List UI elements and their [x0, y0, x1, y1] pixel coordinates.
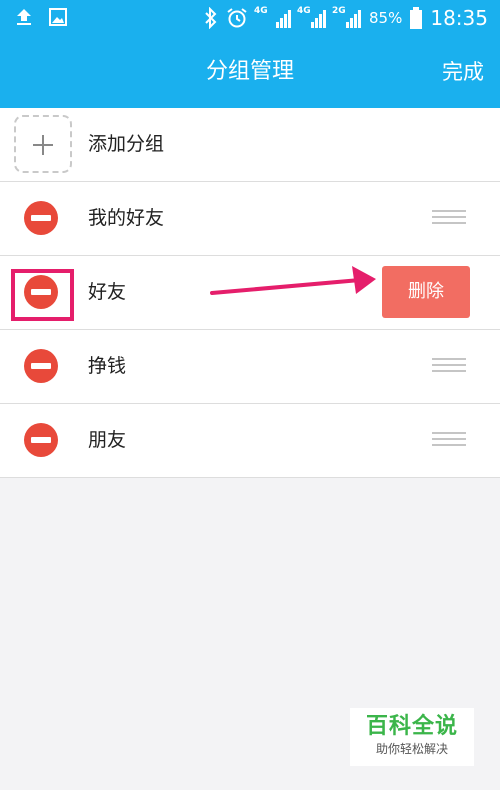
watermark-logo: 百科全说 助你轻松解决: [350, 708, 474, 766]
watermark-subtitle: 助你轻松解决: [375, 742, 448, 756]
watermark-title: 百科全说: [365, 714, 458, 739]
annotation-arrow: [210, 266, 376, 295]
